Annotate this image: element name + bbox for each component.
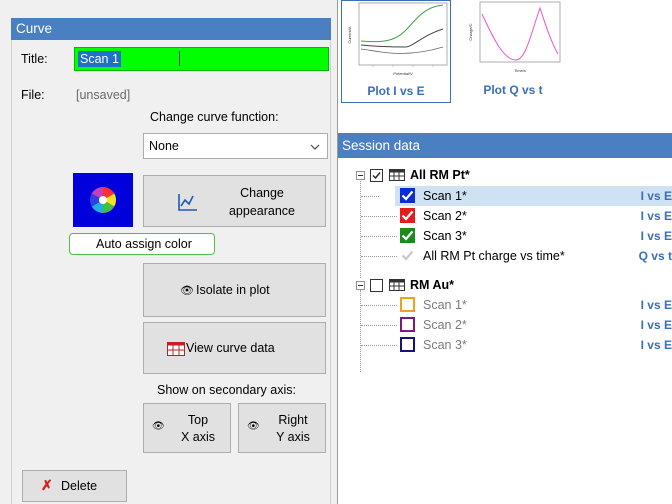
tree-item-au-scan-3[interactable]: Scan 3* I vs E [338,335,672,355]
chart-line-icon [178,194,197,211]
curve-name: All RM Pt charge vs time* [423,249,565,263]
curve-color-checkbox[interactable] [400,228,415,243]
curve-color-checkbox[interactable] [400,188,415,203]
curve-name: Scan 1* [423,189,467,203]
tree-item-au-scan-2[interactable]: Scan 2* I vs E [338,315,672,335]
auto-assign-label: Auto assign color [96,237,192,251]
group-name: All RM Pt* [410,168,470,182]
plot-i-vs-e-label: Plot I vs E [367,84,425,98]
tree-connector [361,196,379,197]
title-label: Title: [21,52,48,66]
collapse-icon[interactable] [356,171,365,180]
group-name: RM Au* [410,278,454,292]
curve-panel-header: Curve [11,18,331,40]
curve-name: Scan 2* [423,209,467,223]
curve-color-swatch[interactable] [73,173,133,227]
right-axis-line1: Right [278,413,308,427]
plot-q-vs-t-ylabel: Charge/C [468,23,473,40]
tree-item-scan-2[interactable]: Scan 2* I vs E [338,206,672,226]
tree-group-rm-au[interactable]: RM Au* [338,275,672,295]
curve-name: Scan 3* [423,229,467,243]
session-data-header: Session data [338,133,672,158]
color-wheel-icon [89,187,117,213]
curve-color-checkbox[interactable] [400,317,415,332]
curve-plot-tag: I vs E [640,318,672,332]
tree-connector [361,305,397,306]
tree-item-scan-1[interactable]: Scan 1* I vs E [338,186,672,206]
tree-item-scan-3[interactable]: Scan 3* I vs E [338,226,672,246]
tree-item-charge-vs-time[interactable]: All RM Pt charge vs time* Q vs t [338,246,672,266]
curve-plot-tag: I vs E [640,209,672,223]
plot-thumbnail-q-vs-t[interactable]: Time/s Charge/C Plot Q vs t [459,0,569,103]
curve-function-select[interactable]: None [143,133,328,159]
curve-name: Scan 1* [423,298,467,312]
curve-name: Scan 2* [423,318,467,332]
eye-icon: 👁 [180,285,194,297]
change-function-label: Change curve function: [150,110,279,124]
plot-q-vs-t-preview: Time/s Charge/C [468,1,561,73]
secondary-axis-label: Show on secondary axis: [157,383,296,397]
curve-name: Scan 3* [423,338,467,352]
title-input[interactable]: Scan 1 [74,47,329,71]
plot-i-vs-e-preview: Potential/V Current/A [347,2,448,76]
curve-color-checkbox[interactable] [400,248,415,263]
view-data-label: View curve data [186,341,275,355]
top-x-axis-button[interactable]: 👁 Top X axis [143,403,231,453]
curve-function-value: None [149,139,179,153]
delete-button[interactable]: ✗ Delete [22,470,127,502]
isolate-label: Isolate in plot [196,283,270,297]
curve-plot-tag: I vs E [640,189,672,203]
table-icon [389,279,405,291]
curve-color-checkbox[interactable] [400,337,415,352]
tree-connector [361,236,397,237]
tree-item-au-scan-1[interactable]: Scan 1* I vs E [338,295,672,315]
plot-i-vs-e-xlabel: Potential/V [393,71,413,76]
change-appearance-line2: appearance [228,204,296,218]
right-axis-line2: Y axis [276,430,310,444]
chevron-down-icon [310,144,320,150]
curve-plot-tag: I vs E [640,298,672,312]
tree-connector [361,325,397,326]
tree-connector [361,256,397,257]
table-icon [167,342,185,356]
curve-plot-tag: I vs E [640,338,672,352]
plot-thumbnail-i-vs-e[interactable]: Potential/V Current/A Plot I vs E [341,0,451,103]
isolate-in-plot-button[interactable]: 👁 Isolate in plot [143,263,326,317]
curve-plot-tag: Q vs t [638,249,672,263]
plot-q-vs-t-xlabel: Time/s [514,68,526,73]
plot-i-vs-e-ylabel: Current/A [347,26,352,43]
file-value: [unsaved] [76,88,131,102]
tree-group-all-rm-pt[interactable]: All RM Pt* [338,165,672,185]
file-label: File: [21,88,45,102]
delete-label: Delete [61,479,98,493]
title-value: Scan 1 [78,51,121,67]
eye-icon: 👁 [152,421,165,432]
change-appearance-button[interactable]: Change appearance [143,175,326,227]
curve-color-checkbox[interactable] [400,297,415,312]
eye-icon: 👁 [247,421,260,432]
text-cursor-icon [179,51,180,66]
top-axis-line2: X axis [180,430,216,444]
session-tree: All RM Pt* Scan 1* I vs E Scan 2* I vs E… [338,158,672,504]
curve-color-checkbox[interactable] [400,208,415,223]
curve-plot-tag: I vs E [640,229,672,243]
table-icon [389,169,405,181]
collapse-icon[interactable] [356,281,365,290]
plot-q-vs-t-label: Plot Q vs t [483,83,543,97]
auto-assign-color[interactable]: Auto assign color [69,233,215,255]
tree-connector [361,216,397,217]
change-appearance-line1: Change [240,186,284,200]
group-checkbox[interactable] [370,169,383,182]
close-icon: ✗ [41,477,53,493]
group-checkbox[interactable] [370,279,383,292]
tree-connector [361,345,397,346]
top-axis-line1: Top [187,413,209,427]
right-y-axis-button[interactable]: 👁 Right Y axis [238,403,326,453]
view-curve-data-button[interactable]: View curve data [143,322,326,374]
